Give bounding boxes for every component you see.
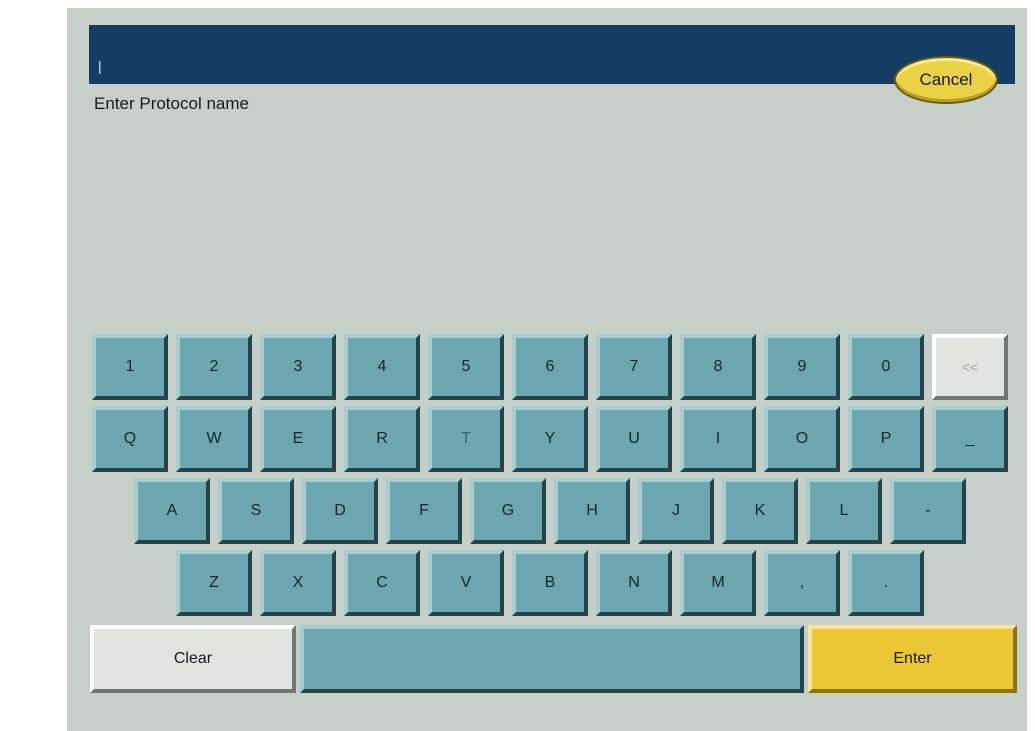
key-6[interactable]: 6 (512, 334, 588, 400)
key-underscore[interactable]: _ (932, 406, 1008, 472)
key-d[interactable]: D (302, 478, 378, 544)
key-4[interactable]: 4 (344, 334, 420, 400)
key-2[interactable]: 2 (176, 334, 252, 400)
cancel-button[interactable]: Cancel (894, 56, 998, 104)
key-w[interactable]: W (176, 406, 252, 472)
key-5[interactable]: 5 (428, 334, 504, 400)
key-f[interactable]: F (386, 478, 462, 544)
key-9[interactable]: 9 (764, 334, 840, 400)
backspace-key[interactable]: << (932, 334, 1008, 400)
key-l[interactable]: L (806, 478, 882, 544)
key-q[interactable]: Q (92, 406, 168, 472)
key-g[interactable]: G (470, 478, 546, 544)
key-o[interactable]: O (764, 406, 840, 472)
key-r[interactable]: R (344, 406, 420, 472)
key-z[interactable]: Z (176, 550, 252, 616)
key-comma[interactable]: , (764, 550, 840, 616)
key-hyphen[interactable]: - (890, 478, 966, 544)
key-v[interactable]: V (428, 550, 504, 616)
enter-button[interactable]: Enter (808, 625, 1017, 693)
clear-button[interactable]: Clear (90, 625, 296, 693)
entry-prompt: Enter Protocol name (94, 94, 249, 113)
key-7[interactable]: 7 (596, 334, 672, 400)
key-n[interactable]: N (596, 550, 672, 616)
key-u[interactable]: U (596, 406, 672, 472)
key-t[interactable]: T (428, 406, 504, 472)
key-s[interactable]: S (218, 478, 294, 544)
key-m[interactable]: M (680, 550, 756, 616)
key-0[interactable]: 0 (848, 334, 924, 400)
key-3[interactable]: 3 (260, 334, 336, 400)
text-entry-field[interactable]: | (89, 25, 1015, 84)
key-k[interactable]: K (722, 478, 798, 544)
key-b[interactable]: B (512, 550, 588, 616)
key-a[interactable]: A (134, 478, 210, 544)
key-period[interactable]: . (848, 550, 924, 616)
key-j[interactable]: J (638, 478, 714, 544)
key-1[interactable]: 1 (92, 334, 168, 400)
key-8[interactable]: 8 (680, 334, 756, 400)
key-i[interactable]: I (680, 406, 756, 472)
key-p[interactable]: P (848, 406, 924, 472)
text-cursor: | (98, 58, 102, 74)
space-bar[interactable] (300, 625, 804, 693)
key-h[interactable]: H (554, 478, 630, 544)
key-y[interactable]: Y (512, 406, 588, 472)
key-e[interactable]: E (260, 406, 336, 472)
key-c[interactable]: C (344, 550, 420, 616)
key-x[interactable]: X (260, 550, 336, 616)
